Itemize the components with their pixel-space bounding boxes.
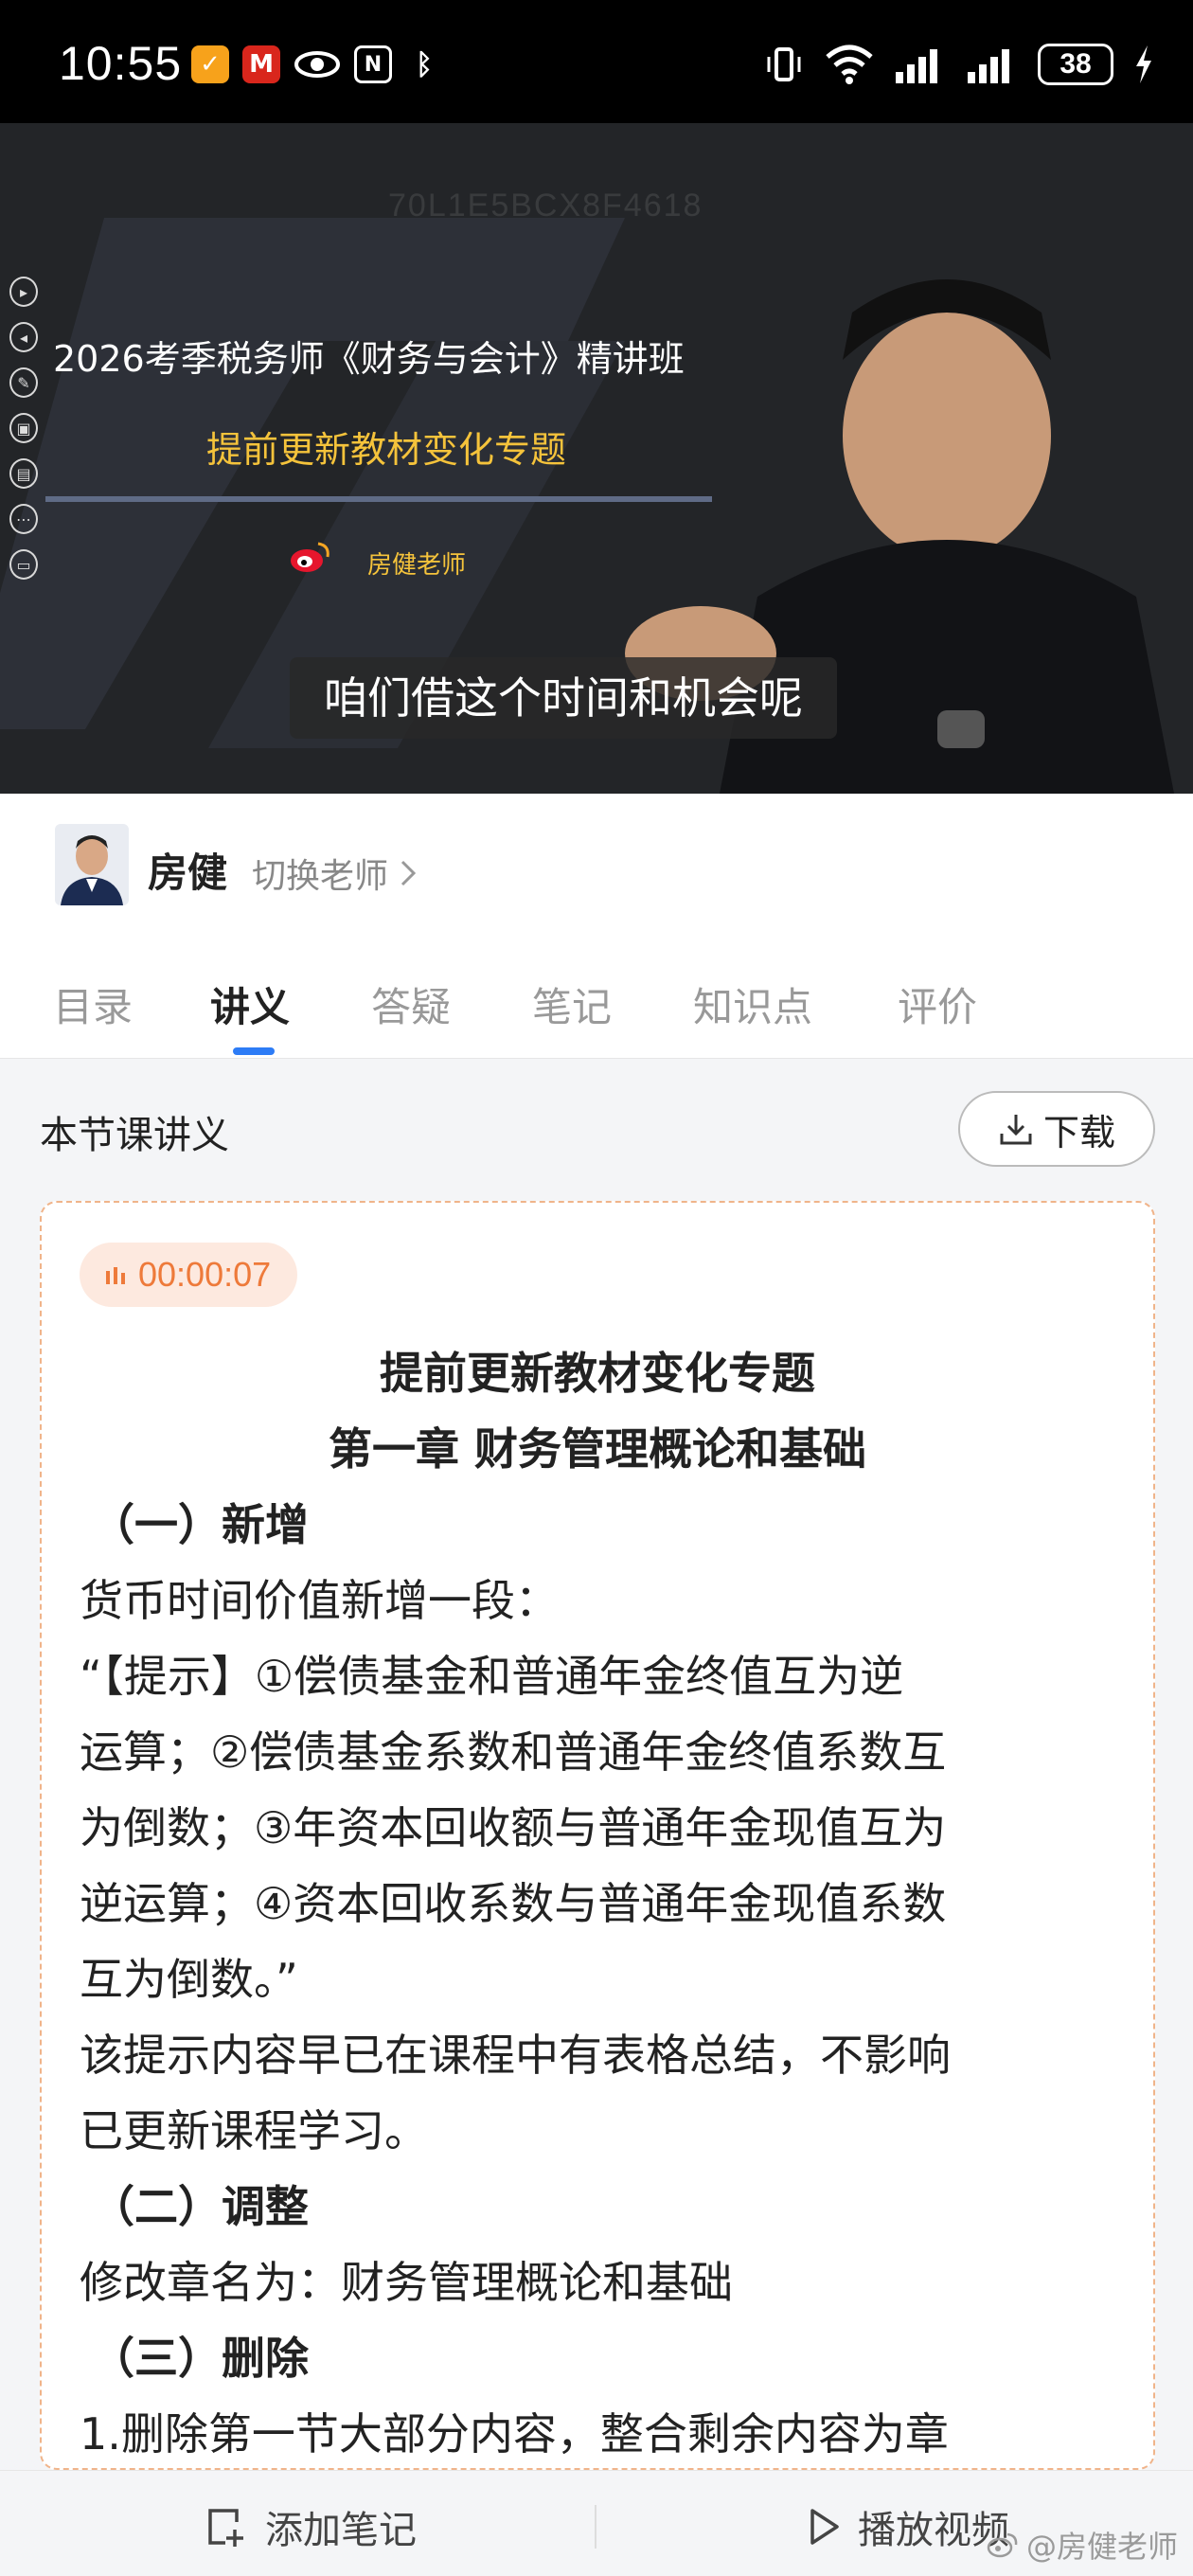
timestamp-badge[interactable]: 00:00:07 bbox=[80, 1243, 298, 1307]
handout-card: 00:00:07 提前更新教材变化专题 第一章 财务管理概论和基础 （一）新增货… bbox=[40, 1201, 1155, 2470]
doc-chapter-title: 第一章 财务管理概论和基础 bbox=[328, 1423, 866, 1475]
doc-text-line: 该提示内容早已在课程中有表格总结，不影响 bbox=[80, 2030, 951, 2081]
video-subtitle: 咱们借这个时间和机会呢 bbox=[290, 657, 837, 739]
pen-icon[interactable]: ✎ bbox=[9, 367, 38, 398]
battery-indicator: 38 bbox=[1038, 44, 1113, 85]
doc-text-line: 运算；②偿债基金系数和普通年金终值系数互 bbox=[80, 1726, 947, 1778]
doc-title: 提前更新教材变化专题 bbox=[380, 1348, 815, 1399]
download-label: 下载 bbox=[1042, 1111, 1115, 1154]
cast-icon[interactable]: ▭ bbox=[9, 549, 38, 580]
add-note-label: 添加笔记 bbox=[265, 2509, 417, 2552]
video-course-title: 2026考季税务师《财务与会计》精讲班 bbox=[53, 338, 685, 380]
teacher-name: 房健 bbox=[148, 850, 228, 896]
doc-text-line: 1.删除第一节大部分内容，整合剩余内容为章 bbox=[80, 2408, 949, 2460]
tab-notes[interactable]: 笔记 bbox=[532, 975, 612, 1033]
play-video-button[interactable]: 播放视频 bbox=[807, 2499, 1009, 2554]
doc-text-line: “【提示】①偿债基金和普通年金终值互为逆 bbox=[80, 1651, 904, 1702]
tab-active-indicator bbox=[233, 1047, 275, 1055]
video-weibo-name: 房健老师 bbox=[367, 551, 467, 580]
download-icon bbox=[1000, 1115, 1032, 1145]
eye-icon bbox=[294, 45, 341, 83]
page-watermark: @房健老师 bbox=[987, 2523, 1178, 2567]
bar-divider bbox=[595, 2505, 596, 2549]
tab-handout[interactable]: 讲义 bbox=[210, 975, 290, 1033]
handout-section-label: 本节课讲义 bbox=[40, 1114, 229, 1157]
more-icon[interactable]: ⋯ bbox=[9, 504, 38, 534]
switch-teacher-link[interactable]: 切换老师 bbox=[252, 849, 417, 898]
charging-icon bbox=[1136, 45, 1151, 83]
tab-knowledge[interactable]: 知识点 bbox=[693, 975, 812, 1033]
weibo-icon bbox=[291, 542, 329, 572]
tab-reviews[interactable]: 评价 bbox=[898, 975, 977, 1033]
page-watermark-text: @房健老师 bbox=[1026, 2529, 1179, 2565]
tab-qa[interactable]: 答疑 bbox=[371, 975, 451, 1033]
screen-icon[interactable]: ▤ bbox=[9, 458, 38, 489]
doc-text-line: 已更新课程学习。 bbox=[80, 2105, 428, 2156]
vibrate-icon bbox=[767, 47, 801, 81]
doc-section-heading: （一）新增 bbox=[91, 1499, 309, 1550]
video-divider bbox=[45, 496, 712, 502]
status-right: 38 bbox=[763, 44, 1155, 85]
chevron-right-icon bbox=[401, 860, 417, 886]
signal-icon-2 bbox=[968, 49, 1009, 83]
video-player[interactable]: 70L1E5BCX8F4618 ▸ ◂ ✎ ▣ ▤ ⋯ ▭ 2026考季税务师《… bbox=[0, 123, 1193, 794]
video-topic: 提前更新教材变化专题 bbox=[206, 429, 567, 471]
teacher-avatar bbox=[55, 824, 129, 905]
weibo-watermark-icon bbox=[987, 2532, 1018, 2558]
play-icon bbox=[810, 2509, 839, 2545]
app-notification-icon: ✓ bbox=[191, 45, 229, 83]
add-note-button[interactable]: 添加笔记 bbox=[205, 2499, 417, 2554]
switch-teacher-label: 切换老师 bbox=[252, 857, 389, 896]
bank-app-icon: M bbox=[242, 45, 280, 83]
nfc-icon: N bbox=[354, 45, 392, 83]
doc-section-heading: （三）删除 bbox=[91, 2333, 309, 2384]
doc-text-line: 货币时间价值新增一段： bbox=[80, 1575, 559, 1626]
status-time: 10:55 bbox=[59, 37, 183, 90]
download-button[interactable]: 下载 bbox=[958, 1091, 1155, 1167]
signal-icon bbox=[896, 49, 937, 83]
doc-text-line: 逆运算；④资本回收系数与普通年金现值系数 bbox=[80, 1878, 947, 1929]
notification-icons: ✓ M N ᛒ bbox=[191, 45, 443, 83]
video-side-controls: ▸ ◂ ✎ ▣ ▤ ⋯ ▭ bbox=[9, 277, 38, 580]
status-bar: 10:55 ✓ M N ᛒ 38 bbox=[0, 0, 1193, 123]
doc-section-heading: （二）调整 bbox=[91, 2181, 309, 2232]
tab-catalog[interactable]: 目录 bbox=[53, 975, 133, 1033]
timestamp-text: 00:00:07 bbox=[138, 1255, 272, 1294]
bluetooth-icon: ᛒ bbox=[416, 47, 433, 81]
play-icon[interactable]: ▸ bbox=[9, 277, 38, 307]
wifi-icon bbox=[826, 45, 873, 84]
audio-bars-icon bbox=[106, 1267, 125, 1284]
video-watermark: 70L1E5BCX8F4618 bbox=[388, 188, 703, 224]
back-icon[interactable]: ◂ bbox=[9, 322, 38, 352]
copy-icon[interactable]: ▣ bbox=[9, 413, 38, 443]
tab-bar: 目录 讲义 答疑 笔记 知识点 评价 bbox=[0, 966, 1193, 1059]
doc-text-line: 为倒数；③年资本回收额与普通年金现值互为 bbox=[80, 1802, 947, 1853]
doc-text-line: 互为倒数。” bbox=[80, 1954, 298, 2005]
add-note-icon bbox=[208, 2509, 243, 2547]
doc-text-line: 修改章名为：财务管理概论和基础 bbox=[80, 2257, 733, 2308]
